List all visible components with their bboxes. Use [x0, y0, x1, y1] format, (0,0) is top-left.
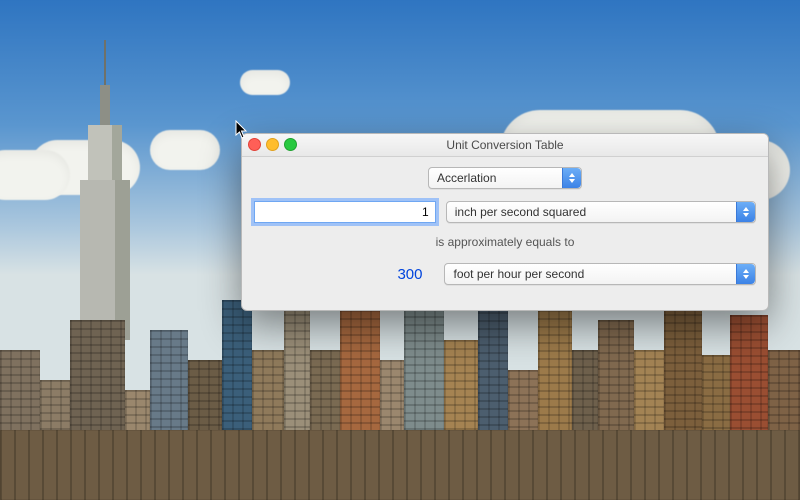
value-input[interactable] [254, 201, 436, 223]
unit-conversion-window: Unit Conversion Table Accerlation inch p… [241, 133, 769, 311]
to-unit-select[interactable]: foot per hour per second [444, 263, 756, 285]
window-title: Unit Conversion Table [446, 138, 563, 152]
from-unit-label: inch per second squared [455, 205, 586, 219]
window-titlebar[interactable]: Unit Conversion Table [242, 134, 768, 157]
from-unit-select[interactable]: inch per second squared [446, 201, 756, 223]
result-value: 300 [254, 266, 434, 283]
desktop-wallpaper: Unit Conversion Table Accerlation inch p… [0, 0, 800, 500]
chevron-updown-icon [562, 168, 581, 188]
chevron-updown-icon [736, 202, 755, 222]
category-select[interactable]: Accerlation [428, 167, 582, 189]
empire-state-spire [70, 80, 140, 340]
to-unit-label: foot per hour per second [453, 267, 584, 281]
chevron-updown-icon [736, 264, 755, 284]
zoom-icon[interactable] [284, 138, 297, 151]
approx-equals-text: is approximately equals to [254, 235, 756, 249]
category-select-label: Accerlation [437, 171, 496, 185]
close-icon[interactable] [248, 138, 261, 151]
minimize-icon[interactable] [266, 138, 279, 151]
